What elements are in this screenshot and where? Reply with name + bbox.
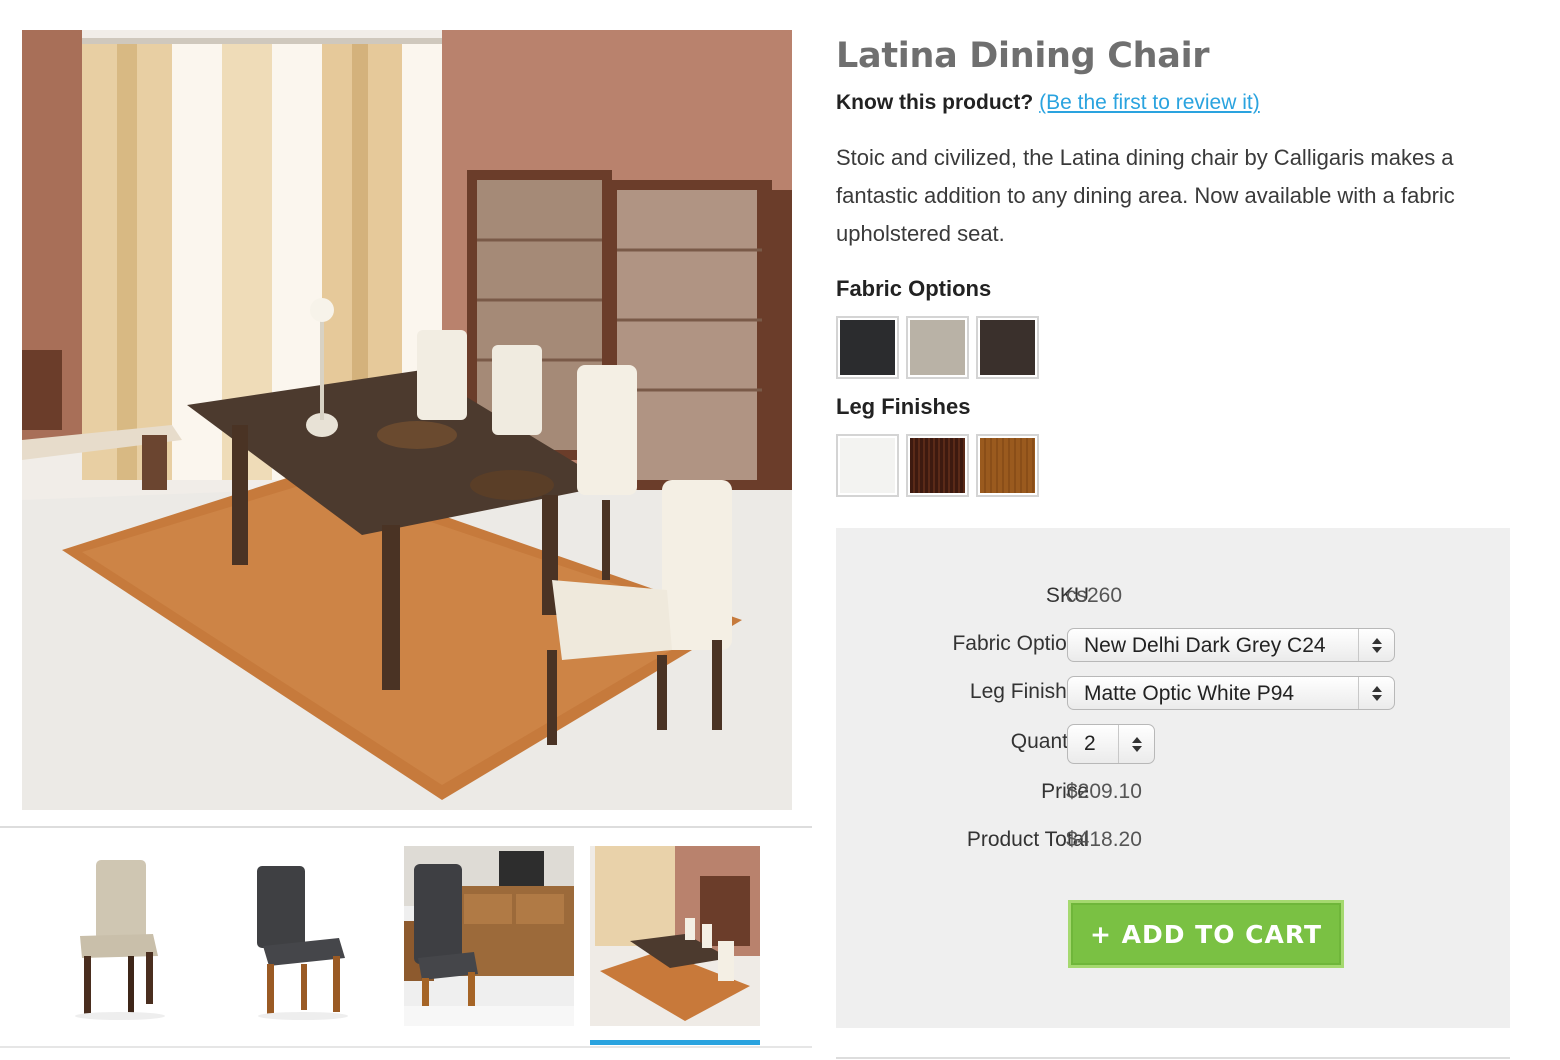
gallery-divider [0,826,812,828]
fabric-swatch-brown[interactable] [976,316,1039,379]
leg-select-value: Matte Optic White P94 [1084,682,1295,705]
leg-swatch-walnut[interactable] [976,434,1039,497]
quantity-value: 2 [1084,732,1096,755]
leg-swatch-fill [840,438,895,493]
product-total-value: $418.20 [1066,828,1142,851]
select-arrows-icon [1118,725,1154,763]
fabric-swatch-fill [910,320,965,375]
review-prompt-line: Know this product? (Be the first to revie… [836,91,1260,115]
active-thumbnail-indicator [590,1040,760,1045]
fabric-swatch-fill [980,320,1035,375]
select-arrows-icon [1358,677,1394,709]
review-question: Know this product? [836,91,1034,114]
fabric-swatch-fill [840,320,895,375]
fabric-select[interactable]: New Delhi Dark Grey C24 [1067,628,1395,662]
product-description: Stoic and civilized, the Latina dining c… [836,145,1455,246]
fabric-swatch-taupe[interactable] [906,316,969,379]
select-arrows-icon [1358,629,1394,661]
leg-swatch-white[interactable] [836,434,899,497]
fabric-select-value: New Delhi Dark Grey C24 [1084,634,1326,657]
leg-finishes-heading: Leg Finishes [836,394,971,419]
price-value: $209.10 [1066,780,1142,803]
leg-swatch-fill [910,438,965,493]
sku-value: cs260 [1066,584,1123,607]
quantity-select[interactable]: 2 [1067,724,1155,764]
leg-finish-select[interactable]: Matte Optic White P94 [1067,676,1395,710]
thumbnail-dining-room[interactable] [590,846,760,1026]
product-title: Latina Dining Chair [836,36,1210,76]
fabric-swatch-dark-grey[interactable] [836,316,899,379]
main-product-image [22,30,792,810]
panel-bottom-divider [836,1057,1510,1059]
leg-swatch-fill [980,438,1035,493]
thumbnail-beige-chair[interactable] [38,846,208,1026]
first-review-link[interactable]: (Be the first to review it) [1039,91,1260,114]
leg-swatch-wenge[interactable] [906,434,969,497]
add-to-cart-button[interactable]: + ADD TO CART [1068,900,1344,968]
gallery-bottom-divider [0,1046,812,1048]
thumbnail-chair-in-room[interactable] [404,846,574,1026]
fabric-options-heading: Fabric Options [836,276,992,301]
thumbnail-dark-grey-chair[interactable] [221,846,391,1026]
